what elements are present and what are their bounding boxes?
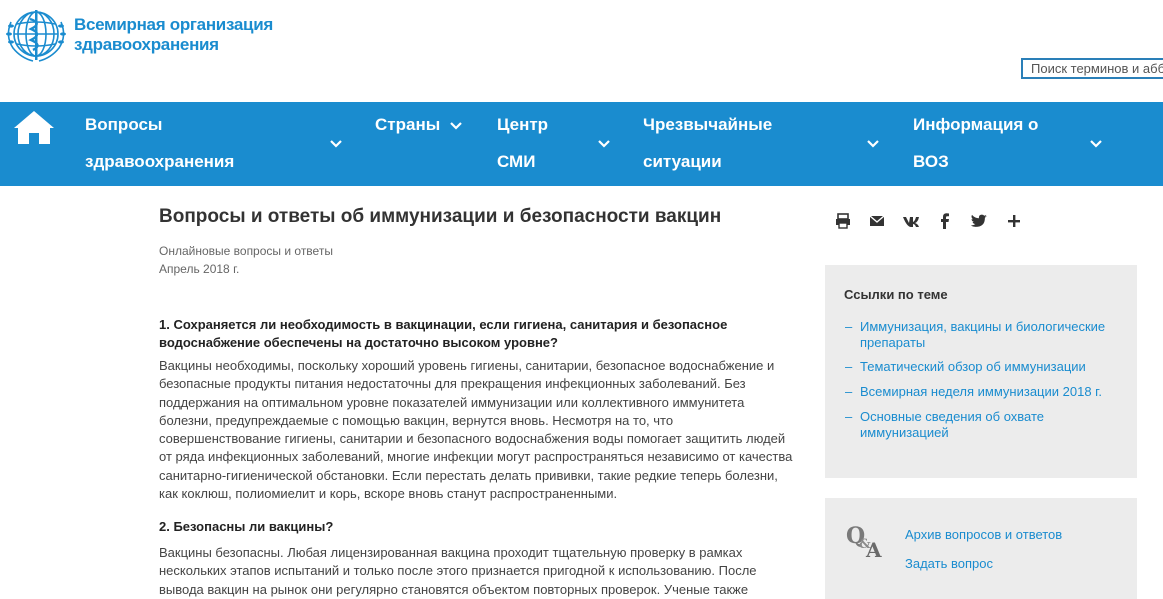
nav-item-label: здравоохранения — [85, 152, 235, 171]
nav-item-label: ВОЗ — [913, 152, 949, 171]
related-links-title: Ссылки по теме — [844, 287, 948, 302]
dash-marker: – — [845, 384, 853, 399]
nav-item-label: Страны — [375, 115, 441, 134]
svg-text:A: A — [865, 538, 882, 559]
chevron-down-icon[interactable] — [1089, 139, 1103, 149]
print-icon[interactable] — [834, 212, 852, 230]
paragraph-line: от ряда инфекционных заболеваний, многие… — [159, 449, 793, 465]
ask-question-link[interactable]: Задать вопрос — [905, 556, 993, 571]
article-date: Апрель 2018 г. — [159, 262, 240, 276]
paragraph-line: Вакцины безопасны. Любая лицензированная… — [159, 545, 743, 560]
home-icon[interactable] — [12, 109, 56, 145]
paragraph-line: безопасные продукты питания недостаточны… — [159, 376, 746, 392]
nav-item-label: Вопросы — [85, 115, 163, 134]
nav-item-emergencies[interactable]: Чрезвычайные ситуации — [643, 106, 772, 180]
related-link[interactable]: – Основные сведения об охвате иммунизаци… — [845, 409, 1115, 441]
paragraph-line: совершенствование гигиены, санитарии и б… — [159, 431, 786, 447]
search-input[interactable]: Поиск терминов и аббревиатур — [1021, 58, 1163, 79]
twitter-icon[interactable] — [970, 212, 988, 230]
question-line: 1. Сохраняется ли необходимость в вакцин… — [159, 317, 728, 332]
paragraph-line: санитарно-гигиенической обстановки. Если… — [159, 467, 778, 483]
related-link[interactable]: – Иммунизация, вакцины и биологические п… — [845, 319, 1115, 351]
paragraph-line: вывода вакцин на рынок они регулярно ста… — [159, 581, 749, 597]
site-title[interactable]: Всемирная организация здравоохранения — [74, 15, 273, 55]
answer-paragraph: Вакцины необходимы, поскольку хороший ур… — [159, 357, 809, 503]
link-line: иммунизацией — [860, 425, 949, 440]
site-title-line2: здравоохранения — [74, 35, 219, 54]
link-line: Основные сведения об охвате — [860, 409, 1045, 424]
related-link[interactable]: – Тематический обзор об иммунизации — [845, 359, 1115, 375]
nav-item-media-centre[interactable]: Центр СМИ — [497, 106, 548, 180]
dash-marker: – — [845, 319, 853, 334]
link-line: Иммунизация, вакцины и биологические — [860, 319, 1106, 334]
nav-item-health-topics[interactable]: Вопросы здравоохранения — [85, 106, 234, 180]
link-line: препараты — [860, 335, 926, 350]
who-emblem-logo[interactable] — [3, 4, 69, 64]
nav-item-countries[interactable]: Страны — [375, 106, 440, 143]
question-heading: 2. Безопасны ли вакцины? — [159, 519, 334, 534]
nav-item-label: Центр — [497, 115, 549, 134]
related-link-label: Всемирная неделя иммунизации 2018 г. — [860, 384, 1102, 399]
nav-item-label: Информация о — [913, 115, 1039, 134]
chevron-down-icon[interactable] — [597, 139, 611, 149]
dash-marker: – — [845, 359, 853, 374]
nav-item-label: СМИ — [497, 152, 536, 171]
related-link-label: Тематический обзор об иммунизации — [860, 359, 1086, 374]
article-type: Онлайновые вопросы и ответы — [159, 244, 333, 258]
site-header: Всемирная организация здравоохранения По… — [0, 0, 1163, 102]
nav-item-label: ситуации — [643, 152, 722, 171]
nav-item-label: Чрезвычайные — [643, 115, 773, 134]
paragraph-line: болезни, предупреждаемые с помощью вакци… — [159, 412, 674, 428]
plus-icon[interactable] — [1005, 212, 1023, 230]
paragraph-line: нескольких этапов испытаний и только пос… — [159, 563, 757, 579]
site-title-line1: Всемирная организация — [74, 15, 273, 34]
facebook-icon[interactable] — [936, 212, 954, 230]
dash-marker: – — [845, 409, 853, 424]
qa-archive-link[interactable]: Архив вопросов и ответов — [905, 527, 1062, 542]
qa-icon: Q & A — [845, 521, 886, 559]
chevron-down-icon[interactable] — [449, 121, 463, 131]
nav-item-about-who[interactable]: Информация о ВОЗ — [913, 106, 1038, 180]
paragraph-line: Вакцины необходимы, поскольку хороший ур… — [159, 358, 775, 373]
email-icon[interactable] — [868, 212, 886, 230]
vk-icon[interactable] — [902, 212, 920, 230]
paragraph-line: поддержания на оптимальном уровне показа… — [159, 394, 745, 410]
paragraph-line: как коклюш, полиомиелит и корь, вскоре в… — [159, 486, 618, 502]
question-heading: 1. Сохраняется ли необходимость в вакцин… — [159, 316, 809, 352]
related-link-label: Иммунизация, вакцины и биологические пре… — [860, 319, 1115, 351]
main-nav: Вопросы здравоохранения Страны Центр СМИ… — [0, 102, 1163, 186]
answer-paragraph: Вакцины безопасны. Любая лицензированная… — [159, 544, 809, 599]
page-title: Вопросы и ответы об иммунизации и безопа… — [159, 206, 722, 227]
question-line: водоснабжение обеспечены на достаточно в… — [159, 335, 558, 350]
related-link-label: Основные сведения об охвате иммунизацией — [860, 409, 1115, 441]
related-link[interactable]: – Всемирная неделя иммунизации 2018 г. — [845, 384, 1115, 400]
chevron-down-icon[interactable] — [866, 139, 880, 149]
chevron-down-icon[interactable] — [329, 139, 343, 149]
